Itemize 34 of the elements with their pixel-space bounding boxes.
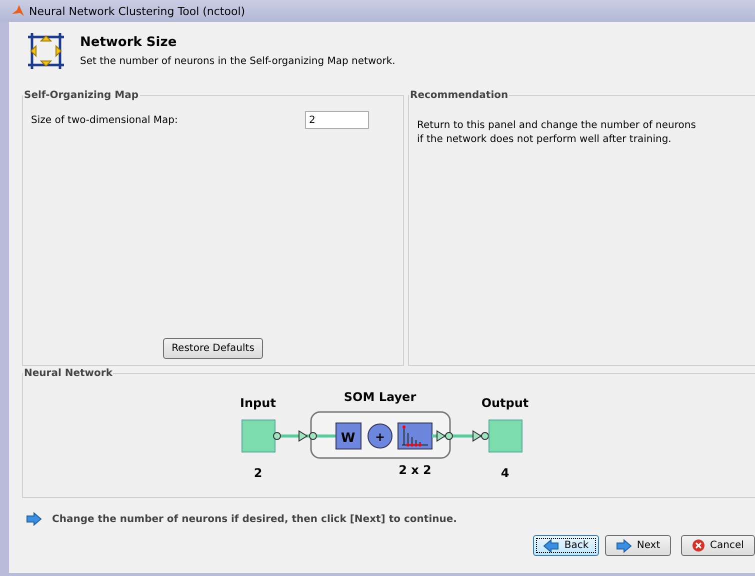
restore-defaults-button[interactable]: Restore Defaults [163, 338, 263, 359]
panel-title: Recommendation [409, 90, 510, 101]
input-label: Input [240, 396, 276, 410]
layer-size: 2 x 2 [398, 463, 432, 477]
instruction-text: Change the number of neurons if desired, then click [Next] to continue. [52, 514, 457, 524]
window-title: Neural Network Clustering Tool (nctool) [29, 4, 246, 18]
input-size: 2 [254, 466, 262, 480]
panel-title: Neural Network [23, 368, 114, 379]
page-subtitle: Set the number of neurons in the Self-organizing Map network. [80, 56, 396, 67]
next-button[interactable]: Next [605, 535, 671, 556]
output-block [488, 420, 522, 452]
arrow-icon [26, 512, 42, 526]
input-block [242, 420, 276, 452]
next-arrow-icon [616, 538, 632, 552]
output-label: Output [481, 396, 529, 410]
sum-node [368, 424, 392, 448]
map-size-input[interactable]: 2 [305, 111, 369, 129]
cancel-icon [692, 539, 706, 552]
output-size: 4 [500, 466, 510, 480]
app-logo-icon [12, 5, 24, 17]
back-button[interactable]: Back [533, 535, 599, 556]
weight-label: W [340, 431, 356, 446]
connector-line [432, 430, 489, 442]
page-title: Network Size [80, 35, 178, 50]
recommendation-text: Return to this panel and change the number of neurons if the network does not perform well after training. [417, 119, 697, 146]
cancel-button[interactable]: Cancel [681, 535, 755, 556]
sum-label: + [374, 430, 386, 444]
network-size-icon [26, 31, 66, 71]
panel-title: Self-Organizing Map [23, 90, 140, 101]
field-label: Size of two-dimensional Map: [31, 114, 178, 126]
back-arrow-icon [543, 538, 560, 552]
transfer-function-icon [398, 422, 432, 450]
layer-label: SOM Layer [344, 390, 416, 404]
weight-block [336, 422, 362, 450]
